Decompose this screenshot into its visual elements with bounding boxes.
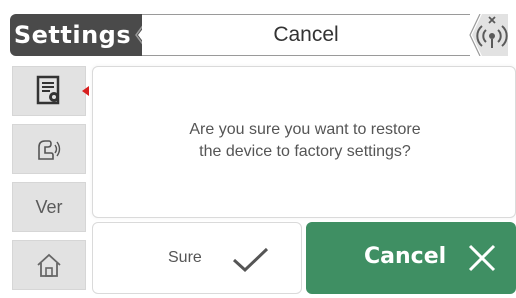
close-icon — [468, 244, 496, 272]
document-settings-icon — [36, 75, 60, 105]
sidebar-item-voice[interactable] — [12, 124, 86, 174]
page-title: Settings — [13, 21, 132, 49]
cancel-button-label: Cancel — [364, 244, 447, 269]
cancel-button[interactable]: Cancel — [306, 222, 516, 294]
voice-hand-icon — [38, 140, 61, 160]
dialog-message-line-1: Are you sure you want to restore — [189, 121, 421, 138]
sidebar-item-version[interactable]: Ver — [12, 182, 86, 232]
settings-title-tab: Settings — [10, 14, 154, 56]
dialog-message: Are you sure you want to restore the dev… — [93, 119, 516, 163]
sidebar-item-factory-settings[interactable] — [12, 66, 86, 116]
header-bar: Cancel — [142, 14, 470, 56]
dialog-message-line-2: the device to factory settings? — [199, 143, 411, 160]
version-label: Ver — [35, 196, 63, 217]
sure-button-label: Sure — [168, 249, 202, 266]
active-item-marker — [82, 86, 89, 96]
header: Settings Cancel — [0, 0, 516, 62]
home-icon — [37, 253, 61, 277]
connection-status — [468, 13, 508, 57]
checkmark-icon — [232, 247, 269, 273]
sure-button[interactable]: Sure — [92, 222, 302, 294]
wifi-signal-disconnected-icon — [469, 13, 508, 57]
confirm-dialog: Are you sure you want to restore the dev… — [92, 66, 516, 218]
sidebar-item-home[interactable] — [12, 240, 86, 290]
header-cancel-label[interactable]: Cancel — [142, 15, 470, 55]
